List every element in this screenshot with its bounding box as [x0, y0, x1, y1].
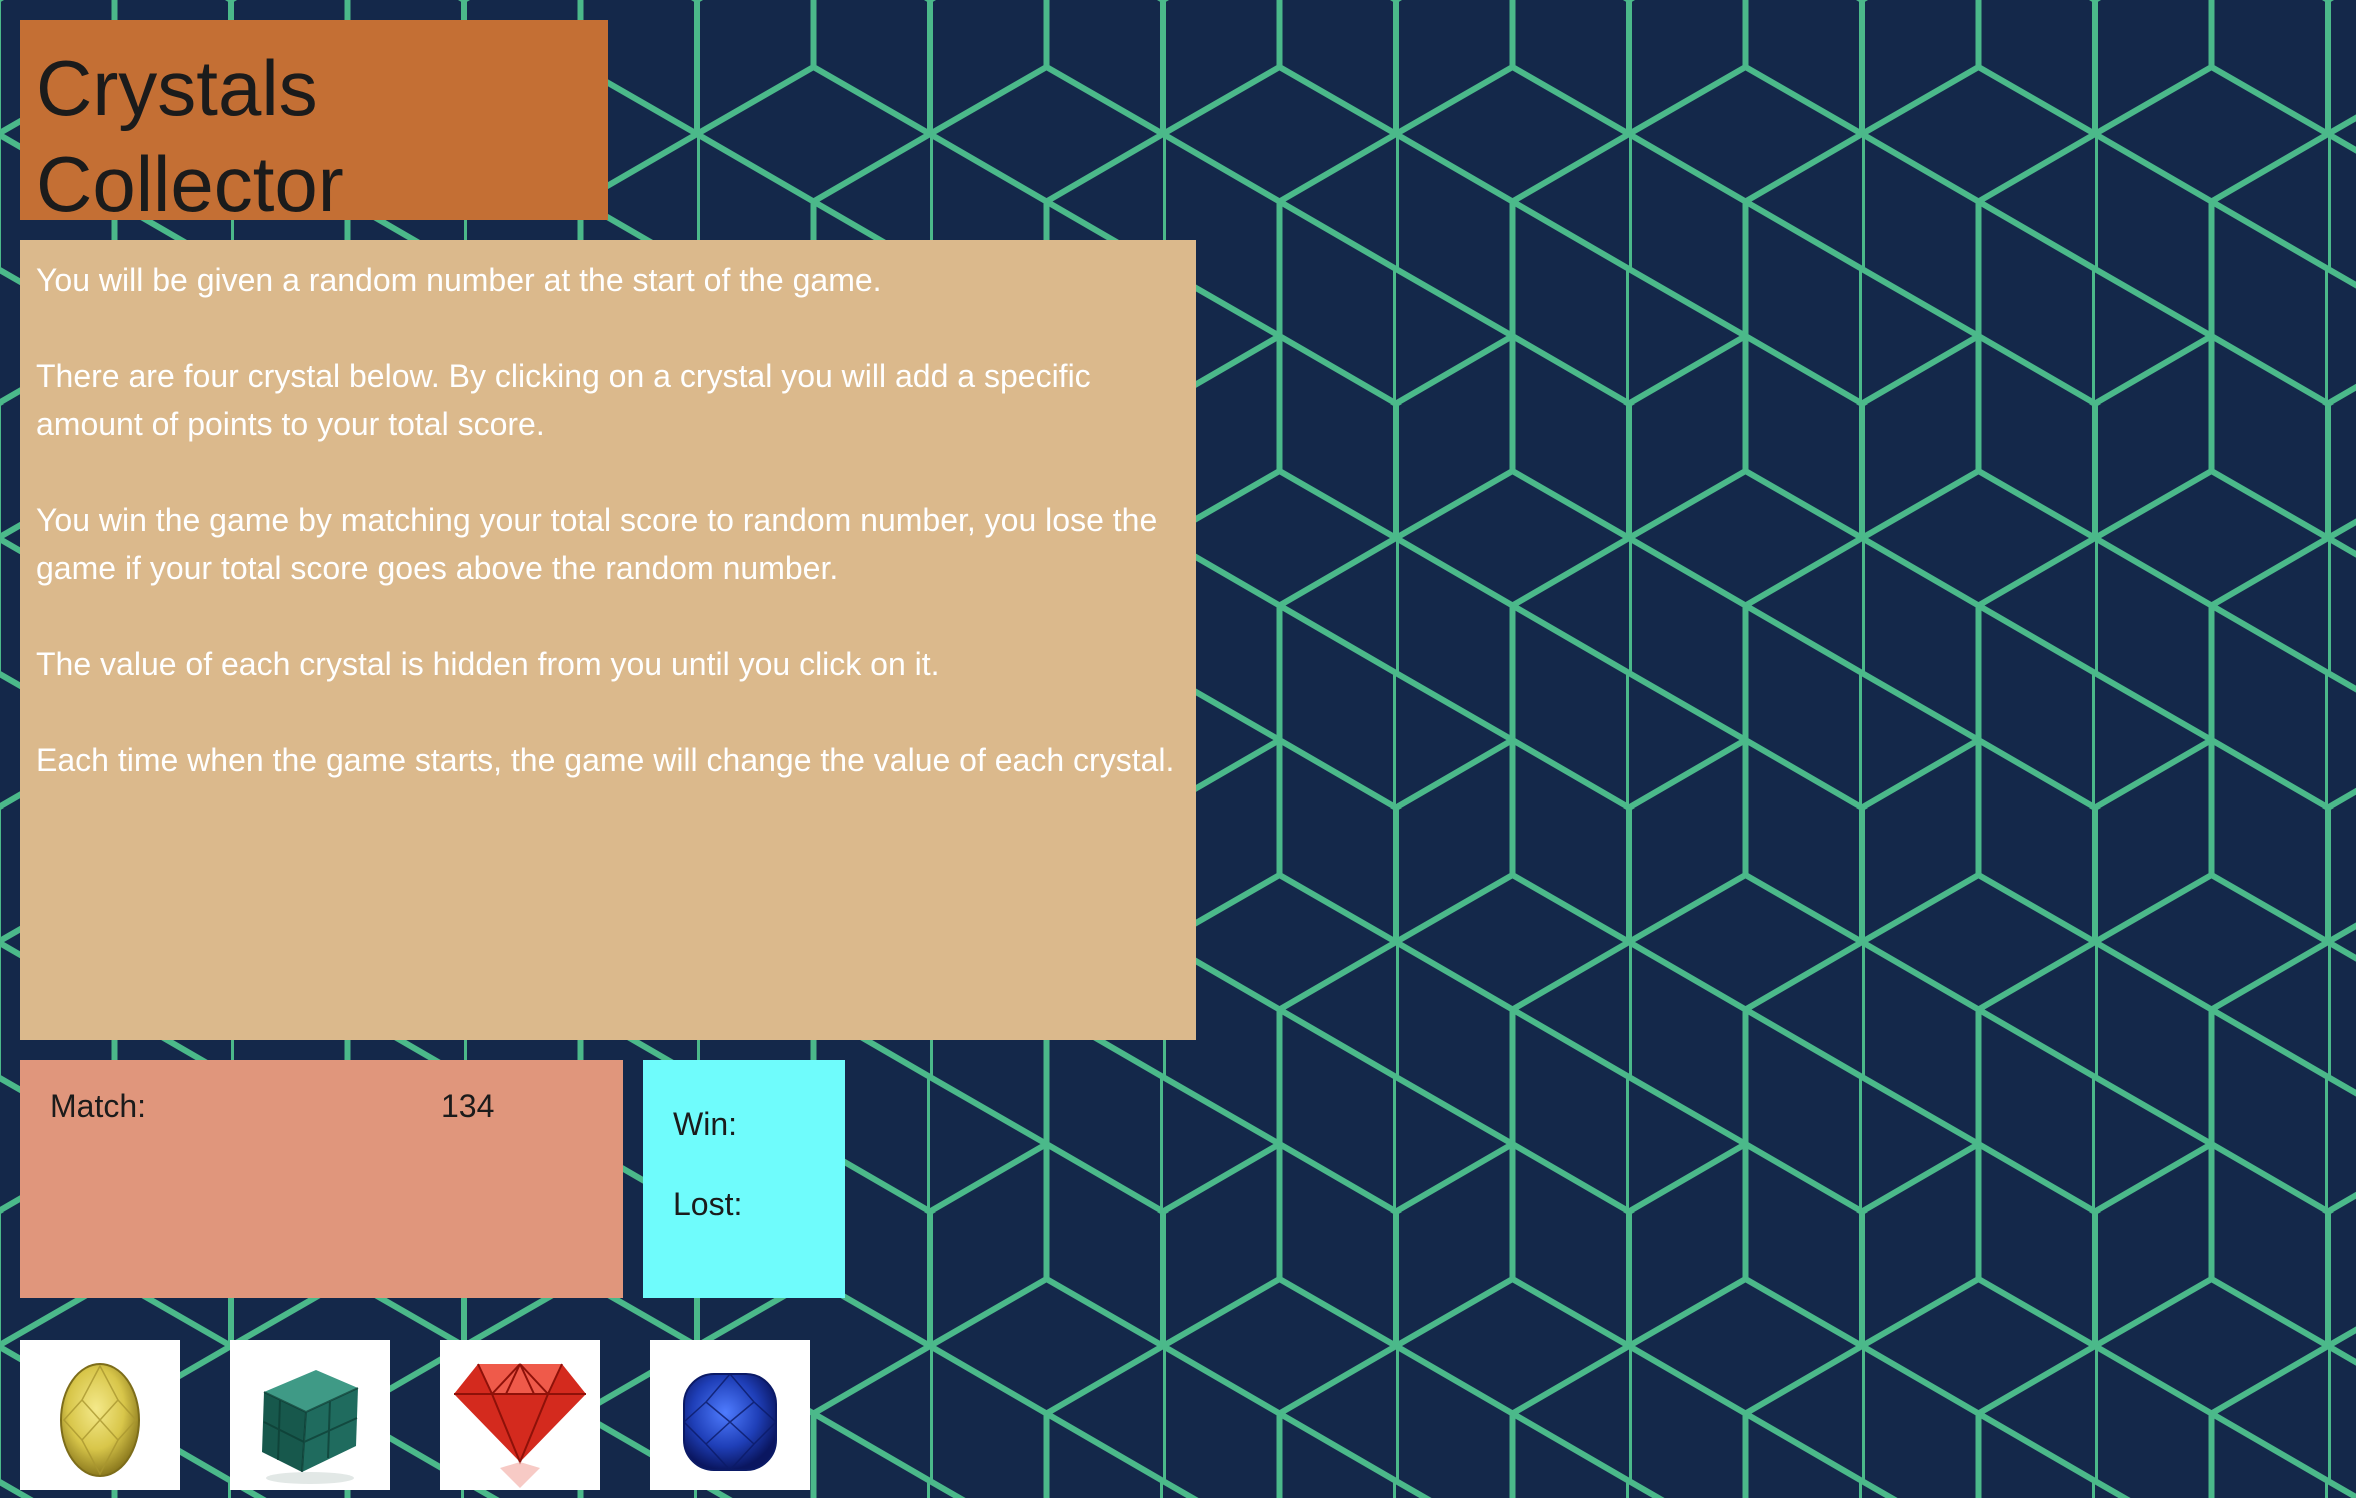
crystal-button-green[interactable]	[230, 1340, 390, 1490]
instructions-panel: You will be given a random number at the…	[20, 240, 1196, 1040]
title-banner: Crystals Collector	[20, 20, 608, 228]
instruction-text: The value of each crystal is hidden from…	[36, 646, 940, 682]
instruction-text: Each time when the game starts, the game…	[36, 742, 1175, 778]
crystal-button-red[interactable]	[440, 1340, 600, 1490]
yellow-oval-gem-icon	[60, 1363, 140, 1477]
instruction-text: There are four crystal below. By clickin…	[36, 358, 1091, 442]
crystal-button-yellow[interactable]	[20, 1340, 180, 1490]
instruction-text: You will be given a random number at the…	[36, 262, 882, 298]
score-panel: Win: Lost:	[643, 1060, 845, 1298]
match-number: 134	[441, 1088, 495, 1124]
match-label: Match:	[50, 1088, 147, 1124]
green-cube-gem-icon	[262, 1370, 359, 1484]
win-label: Win:	[673, 1106, 737, 1142]
lost-label: Lost:	[673, 1186, 743, 1222]
instruction-text: You win the game by matching your total …	[36, 502, 1158, 586]
red-diamond-gem-icon	[454, 1363, 586, 1488]
page-title: Crystals Collector	[36, 44, 344, 228]
crystal-button-blue[interactable]	[650, 1340, 810, 1490]
blue-cushion-gem-icon	[682, 1372, 778, 1472]
match-panel: Match: 134	[20, 1060, 623, 1298]
